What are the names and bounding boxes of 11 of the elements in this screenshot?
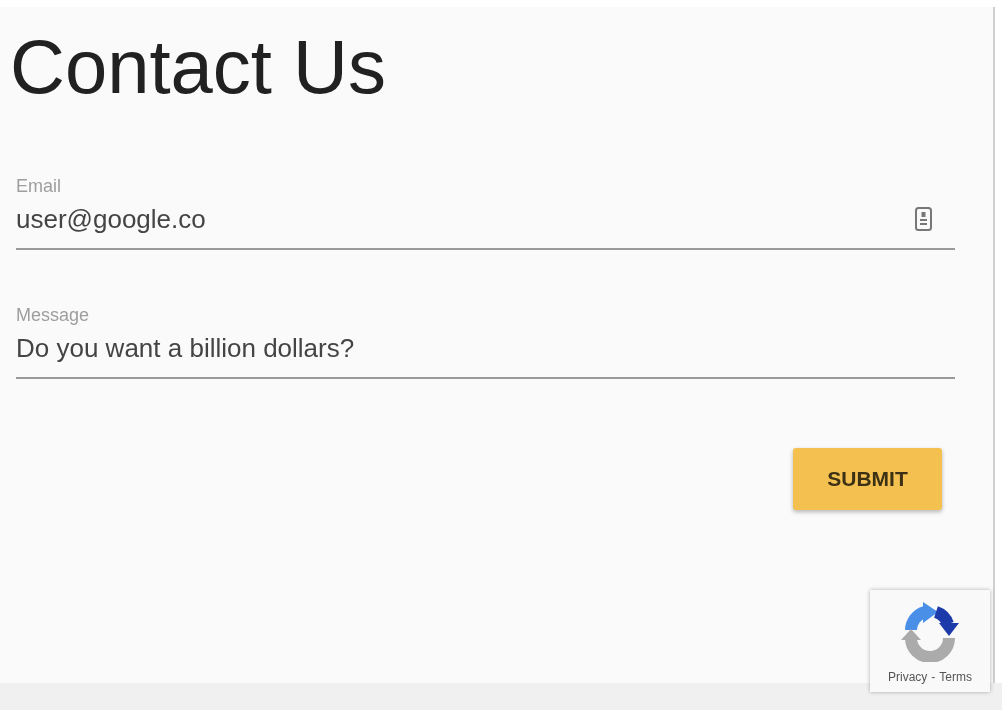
field-label: Message [16, 304, 90, 326]
terms-link[interactable]: Terms [939, 670, 972, 684]
page-title: Contact Us [10, 29, 386, 105]
email-field[interactable]: user@google.co [16, 204, 955, 250]
message-field[interactable]: Do you want a billion dollars? [16, 333, 955, 379]
submit-button[interactable]: SUBMIT [793, 448, 942, 510]
privacy-link[interactable]: Privacy [888, 670, 928, 684]
link-separator: - [931, 670, 936, 684]
contact-card-icon [915, 207, 932, 231]
circular-arrows-icon [898, 600, 962, 662]
field-label: Email [16, 175, 61, 197]
